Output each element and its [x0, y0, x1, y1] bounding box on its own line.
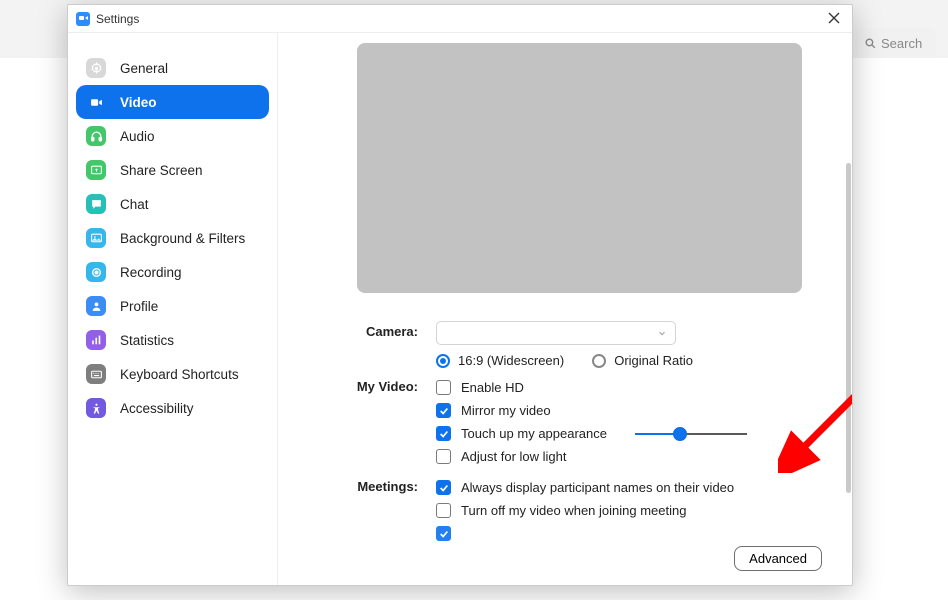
checkbox-label: Turn off my video when joining meeting [461, 503, 686, 518]
sidebar-item-label: Profile [120, 299, 158, 314]
sidebar-item-label: Background & Filters [120, 231, 245, 246]
sidebar-item-label: Video [120, 95, 157, 110]
checkbox-label: Adjust for low light [461, 449, 567, 464]
share-icon [86, 160, 106, 180]
sidebar-item-label: General [120, 61, 168, 76]
search-placeholder: Search [881, 36, 922, 51]
video-preview [357, 43, 802, 293]
ratio-original-radio[interactable]: Original Ratio [592, 353, 693, 368]
search-icon [864, 37, 877, 50]
sidebar-item-label: Chat [120, 197, 149, 212]
sidebar-item-general[interactable]: General [76, 51, 269, 85]
sidebar-item-label: Audio [120, 129, 155, 144]
enable-hd-checkbox[interactable]: Enable HD [436, 376, 824, 399]
sidebar-item-profile[interactable]: Profile [76, 289, 269, 323]
sidebar-item-background[interactable]: Background & Filters [76, 221, 269, 255]
touchup-checkbox[interactable]: Touch up my appearance [436, 422, 824, 445]
sidebar-item-label: Statistics [120, 333, 174, 348]
sidebar-item-audio[interactable]: Audio [76, 119, 269, 153]
sidebar-item-video[interactable]: Video [76, 85, 269, 119]
headphones-icon [86, 126, 106, 146]
window-title: Settings [96, 12, 139, 26]
settings-sidebar: General Video Audio Share Screen [68, 33, 278, 585]
checkbox-label: Always display participant names on thei… [461, 480, 734, 495]
mirror-checkbox[interactable]: Mirror my video [436, 399, 824, 422]
stats-icon [86, 330, 106, 350]
touchup-slider[interactable] [635, 433, 747, 435]
radio-label: 16:9 (Widescreen) [458, 353, 564, 368]
sidebar-item-label: Recording [120, 265, 182, 280]
gear-icon [86, 58, 106, 78]
sidebar-item-sharescreen[interactable]: Share Screen [76, 153, 269, 187]
meetings-label: Meetings: [334, 476, 418, 494]
keyboard-icon [86, 364, 106, 384]
sidebar-item-chat[interactable]: Chat [76, 187, 269, 221]
sidebar-item-shortcuts[interactable]: Keyboard Shortcuts [76, 357, 269, 391]
chevron-down-icon [657, 328, 667, 338]
camera-icon [86, 92, 106, 112]
ratio-169-radio[interactable]: 16:9 (Widescreen) [436, 353, 564, 368]
sidebar-item-recording[interactable]: Recording [76, 255, 269, 289]
slider-thumb[interactable] [673, 427, 687, 441]
turnoff-join-checkbox[interactable]: Turn off my video when joining meeting [436, 499, 824, 522]
advanced-button[interactable]: Advanced [734, 546, 822, 571]
titlebar: Settings [68, 5, 852, 33]
radio-label: Original Ratio [614, 353, 693, 368]
myvideo-label: My Video: [334, 376, 418, 394]
always-names-checkbox[interactable]: Always display participant names on thei… [436, 476, 824, 499]
profile-icon [86, 296, 106, 316]
camera-select[interactable] [436, 321, 676, 345]
settings-content: Camera: 16:9 (Widescreen) Original Ratio [278, 33, 852, 585]
accessibility-icon [86, 398, 106, 418]
camera-label: Camera: [334, 321, 418, 339]
checkbox-label: Mirror my video [461, 403, 551, 418]
record-icon [86, 262, 106, 282]
background-search-field[interactable]: Search [856, 28, 936, 58]
settings-modal: Settings General Video [67, 4, 853, 586]
close-icon [828, 12, 840, 24]
checkbox-label: Enable HD [461, 380, 524, 395]
image-icon [86, 228, 106, 248]
checkbox-label: Touch up my appearance [461, 426, 607, 441]
lowlight-checkbox[interactable]: Adjust for low light [436, 445, 824, 468]
sidebar-item-label: Share Screen [120, 163, 203, 178]
partial-checkbox[interactable] [436, 522, 824, 545]
scroll-indicator[interactable] [846, 163, 851, 493]
sidebar-item-label: Keyboard Shortcuts [120, 367, 239, 382]
close-button[interactable] [824, 11, 844, 27]
chat-icon [86, 194, 106, 214]
sidebar-item-accessibility[interactable]: Accessibility [76, 391, 269, 425]
sidebar-item-statistics[interactable]: Statistics [76, 323, 269, 357]
app-icon [76, 12, 90, 26]
sidebar-item-label: Accessibility [120, 401, 194, 416]
